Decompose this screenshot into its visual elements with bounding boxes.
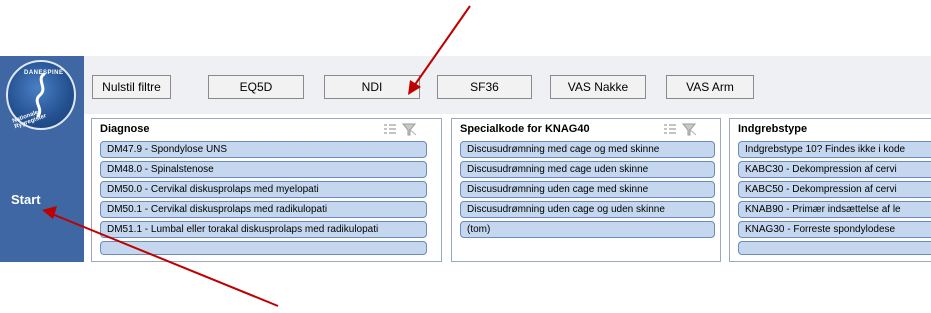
start-link[interactable]: Start: [11, 192, 41, 207]
diagnose-title: Diagnose: [100, 123, 150, 135]
clear-filter-icon[interactable]: [681, 123, 697, 136]
filter-toolbar: Nulstil filtre EQ5D NDI SF36 VAS Nakke V…: [84, 56, 931, 114]
indgreb-item[interactable]: KNAG30 - Forreste spondylodese: [738, 221, 931, 238]
indgreb-title: Indgrebstype: [738, 123, 808, 135]
diagnose-item[interactable]: DM51.1 - Lumbal eller torakal diskusprol…: [100, 221, 427, 238]
logo-top-text: DANESPINE: [24, 70, 64, 76]
diagnose-item[interactable]: DM50.0 - Cervikal diskusprolaps med myel…: [100, 181, 427, 198]
main-content: Nulstil filtre EQ5D NDI SF36 VAS Nakke V…: [84, 56, 931, 262]
multi-select-icon[interactable]: [384, 124, 396, 134]
specialkode-item[interactable]: Discusudrømning med cage uden skinne: [460, 161, 715, 178]
vas-nakke-button[interactable]: VAS Nakke: [550, 75, 646, 99]
sf36-button[interactable]: SF36: [437, 75, 532, 99]
indgreb-item[interactable]: KNAB90 - Primær indsættelse af le: [738, 201, 931, 218]
specialkode-item[interactable]: (tom): [460, 221, 715, 238]
specialkode-panel: Specialkode for KNAG40 Discusudrømning m…: [451, 118, 721, 262]
sidebar: DANESPINE Nationale Rygregister Start: [0, 56, 84, 262]
diagnose-panel: Diagnose DM47.9 - Spondylose UNS DM48.0 …: [91, 118, 442, 262]
diagnose-item[interactable]: DM47.9 - Spondylose UNS: [100, 141, 427, 158]
ndi-button[interactable]: NDI: [324, 75, 420, 99]
indgreb-item[interactable]: Indgrebstype 10? Findes ikke i kode: [738, 141, 931, 158]
specialkode-title: Specialkode for KNAG40: [460, 123, 590, 135]
diagnose-item[interactable]: DM48.0 - Spinalstenose: [100, 161, 427, 178]
reset-filters-button[interactable]: Nulstil filtre: [92, 75, 171, 99]
indgreb-item-partial[interactable]: [738, 241, 931, 255]
indgreb-item[interactable]: KABC30 - Dekompression af cervi: [738, 161, 931, 178]
indgreb-item[interactable]: KABC50 - Dekompression af cervi: [738, 181, 931, 198]
specialkode-item[interactable]: Discusudrømning med cage og med skinne: [460, 141, 715, 158]
diagnose-item[interactable]: DM50.1 - Cervikal diskusprolaps med radi…: [100, 201, 427, 218]
eq5d-button[interactable]: EQ5D: [208, 75, 304, 99]
vas-arm-button[interactable]: VAS Arm: [666, 75, 754, 99]
danespine-logo: DANESPINE Nationale Rygregister: [6, 60, 76, 130]
specialkode-item[interactable]: Discusudrømning uden cage med skinne: [460, 181, 715, 198]
clear-filter-icon[interactable]: [401, 123, 417, 136]
multi-select-icon[interactable]: [664, 124, 676, 134]
indgreb-panel: Indgrebstype Indgrebstype 10? Findes ikk…: [729, 118, 931, 262]
specialkode-item[interactable]: Discusudrømning uden cage og uden skinne: [460, 201, 715, 218]
diagnose-item-partial[interactable]: [100, 241, 427, 255]
